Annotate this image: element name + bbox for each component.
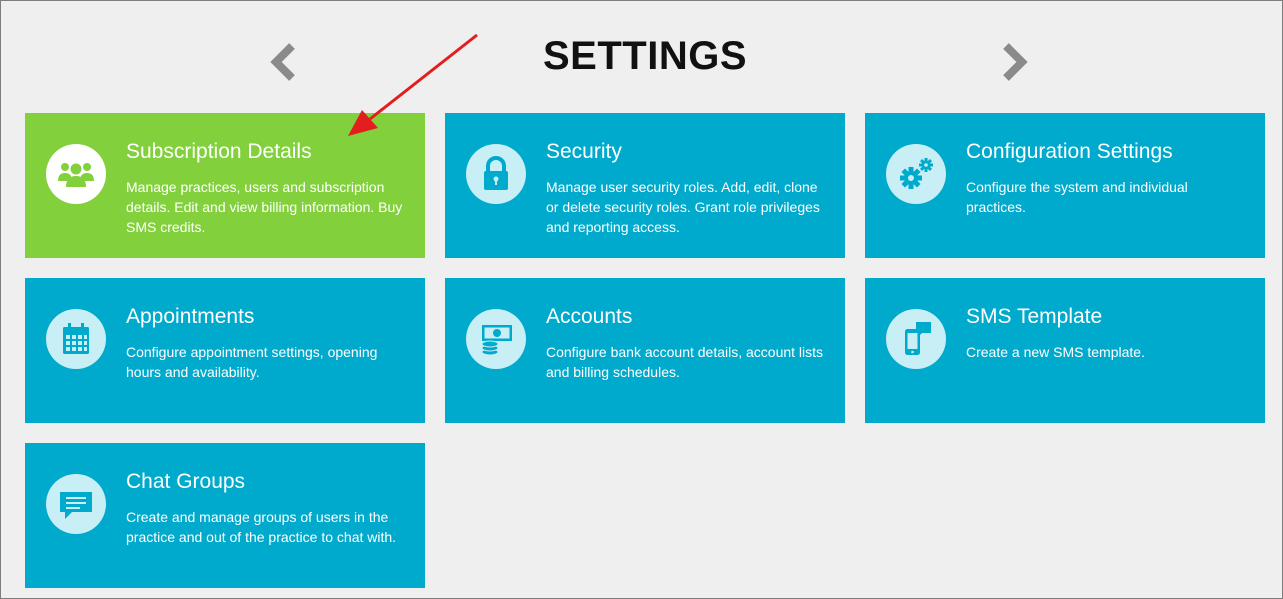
tile-title: Security [546, 140, 622, 163]
chat-icon [46, 474, 106, 534]
page-title: SETTINGS [542, 34, 748, 78]
tile-subscription-details[interactable]: Subscription Details Manage practices, u… [25, 113, 425, 258]
tile-description: Configure the system and individual prac… [966, 179, 1188, 215]
tile-title: SMS Template [966, 305, 1103, 328]
gears-icon [886, 144, 946, 204]
tile-appointments[interactable]: Appointments Configure appointment setti… [25, 278, 425, 423]
tile-description: Configure appointment settings, opening … [126, 344, 378, 380]
calendar-icon [46, 309, 106, 369]
tile-accounts[interactable]: Accounts Configure bank account details,… [445, 278, 845, 423]
lock-icon [466, 144, 526, 204]
tile-security[interactable]: Security Manage user security roles. Add… [445, 113, 845, 258]
tile-description: Create and manage groups of users in the… [126, 509, 397, 545]
tile-sms-template[interactable]: SMS Template Create a new SMS template. [865, 278, 1265, 423]
phone-message-icon [886, 309, 946, 369]
chevron-left-icon[interactable] [265, 40, 305, 84]
tile-title: Subscription Details [126, 140, 312, 163]
tile-chat-groups[interactable]: Chat Groups Create and manage groups of … [25, 443, 425, 588]
tile-title: Appointments [126, 305, 255, 328]
tile-description: Manage practices, users and subscription… [126, 179, 403, 235]
tile-description: Configure bank account details, account … [546, 344, 824, 380]
money-icon [466, 309, 526, 369]
tile-description: Manage user security roles. Add, edit, c… [546, 179, 820, 235]
users-icon [46, 144, 106, 204]
tile-description: Create a new SMS template. [966, 344, 1145, 360]
tile-configuration-settings[interactable]: Configuration Settings Configure the sys… [865, 113, 1265, 258]
tile-title: Configuration Settings [966, 140, 1173, 163]
tile-title: Chat Groups [126, 470, 246, 493]
chevron-right-icon[interactable] [993, 40, 1033, 84]
tile-title: Accounts [546, 305, 633, 328]
